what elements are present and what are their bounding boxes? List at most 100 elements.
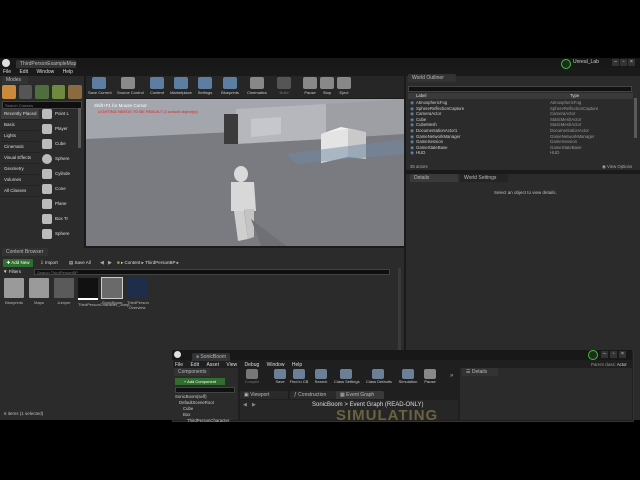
place-mode-icon[interactable] [2, 85, 16, 99]
bp-minimize-button[interactable]: – [601, 351, 608, 358]
bp-menu-debug[interactable]: Debug [245, 362, 260, 368]
bp-maximize-button[interactable]: ▫ [610, 351, 617, 358]
tab-world-settings[interactable]: World Settings [460, 174, 508, 182]
category-lights[interactable]: Lights [1, 131, 39, 142]
tab-construction-script[interactable]: ƒ Construction Script [290, 391, 338, 406]
bp-menu-help[interactable]: Help [292, 362, 302, 368]
simulation-button[interactable]: Simulation [396, 369, 420, 384]
parent-class-link[interactable]: Actor [617, 362, 627, 367]
view-options-button[interactable]: ◉ View Options [602, 164, 632, 170]
menu-file[interactable]: File [3, 69, 11, 75]
maximize-button[interactable]: ▫ [620, 59, 627, 66]
minimize-button[interactable]: – [612, 59, 619, 66]
build-button[interactable]: Build [273, 77, 295, 99]
asset-item[interactable]: ThirdPersonCharacter_Jump... [78, 278, 133, 307]
tab-components[interactable]: Components [174, 368, 210, 376]
tab-modes[interactable]: Modes [2, 76, 28, 84]
settings-button[interactable]: Settings [194, 77, 216, 99]
tab-world-outliner[interactable]: World Outliner [408, 74, 456, 82]
foliage-mode-icon[interactable] [51, 85, 66, 99]
close-button[interactable]: × [628, 59, 635, 66]
asset-item[interactable]: Jumper [54, 278, 74, 305]
tab-viewport[interactable]: ▣ Viewport [240, 391, 288, 399]
add-new-button[interactable]: ✚ Add New [3, 259, 33, 267]
menu-help[interactable]: Help [63, 69, 73, 75]
level-viewport[interactable]: Shift+F1 for Mouse Cursor LIGHTING NEEDS… [86, 99, 404, 246]
build-icon [277, 77, 291, 89]
components-search-input[interactable] [175, 387, 235, 393]
category-geometry[interactable]: Geometry [1, 164, 39, 175]
modes-scrollbar[interactable] [78, 108, 81, 148]
asset-item[interactable]: Blueprints [4, 278, 24, 305]
place-item[interactable]: Sphere [40, 151, 76, 166]
graph-forward-icon[interactable]: ▶ [252, 402, 256, 408]
place-item[interactable]: Cube [40, 136, 76, 151]
eject-button[interactable]: Eject [333, 77, 355, 99]
save-icon [274, 369, 286, 379]
marketplace-button[interactable]: Marketplace [170, 77, 192, 99]
viewport-scene [86, 99, 404, 246]
cinematics-button[interactable]: Cinematics [246, 77, 268, 99]
find-in-cb-button[interactable]: Find in CB [287, 369, 311, 384]
place-item[interactable]: Plane [40, 196, 76, 211]
category-all-classes[interactable]: All Classes [1, 186, 39, 197]
outliner-row[interactable]: ◉ HUD HUD [408, 150, 633, 156]
asset-item[interactable]: Maps [29, 278, 49, 305]
place-item[interactable]: Player [40, 121, 76, 136]
graph-back-icon[interactable]: ◀ [243, 402, 247, 408]
toolbar-overflow-icon[interactable]: » [450, 373, 453, 379]
outliner-search-input[interactable] [408, 86, 632, 92]
landscape-mode-icon[interactable] [35, 85, 49, 99]
nav-back-icon[interactable]: ◀ [100, 259, 104, 267]
place-item[interactable]: Cylinde [40, 166, 76, 181]
place-item[interactable]: Sphere [40, 226, 76, 241]
type-column-header[interactable]: Type [570, 93, 579, 99]
bp-close-button[interactable]: × [619, 351, 626, 358]
import-button[interactable]: ⇩ Import [40, 259, 58, 267]
breadcrumb-content[interactable]: Content [124, 260, 140, 265]
menu-window[interactable]: Window [36, 69, 54, 75]
paint-mode-icon[interactable] [18, 85, 33, 99]
bp-menu-window[interactable]: Window [267, 362, 285, 368]
add-component-button[interactable]: + Add Component [175, 378, 225, 385]
category-basic[interactable]: Basic [1, 120, 39, 131]
label-column-header[interactable]: Label [416, 93, 570, 99]
tab-content-browser[interactable]: Content Browser [2, 248, 48, 256]
content-button[interactable]: Content [146, 77, 168, 99]
compile-button[interactable]: Compile [240, 369, 264, 384]
save-all-button[interactable]: ▤ Save All [69, 259, 91, 267]
class-settings-button[interactable]: Class Settings [334, 369, 360, 384]
asset-item[interactable]: ThirdPerson Overview [127, 278, 149, 310]
nav-forward-icon[interactable]: ▶ [108, 259, 112, 267]
source-control-button[interactable]: Source Control [117, 77, 144, 99]
place-item[interactable]: Cone [40, 181, 76, 196]
content-search-input[interactable] [34, 269, 390, 275]
outliner-scrollbar[interactable] [634, 98, 637, 138]
category-visual-effects[interactable]: Visual Effects [1, 153, 39, 164]
geometry-mode-icon[interactable] [68, 85, 82, 99]
tab-bp-details[interactable]: ☰ Details [462, 368, 498, 376]
bp-pause-button[interactable]: Pause [418, 369, 442, 384]
category-cinematic[interactable]: Cinematic [1, 142, 39, 153]
category-volumes[interactable]: Volumes [1, 175, 39, 186]
bp-asset-tab[interactable]: ■ SonicBoom [192, 353, 230, 361]
breadcrumb-thirdpersonbp[interactable]: ThirdPersonBP [145, 260, 175, 265]
category-recently-placed[interactable]: Recently Placed [1, 109, 39, 120]
class-defaults-button[interactable]: Class Defaults [366, 369, 392, 384]
save-current-button[interactable]: Save Current [88, 77, 112, 99]
waveform-icon [78, 278, 98, 300]
event-graph-area[interactable]: ◀ ▶ SonicBoom > Event Graph (READ-ONLY) … [240, 400, 458, 424]
level-tab[interactable]: ThirdPersonExampleMap [16, 60, 76, 68]
filters-button[interactable]: ▼ Filters [3, 269, 21, 275]
blueprints-button[interactable]: Blueprints [219, 77, 241, 99]
place-item[interactable]: Box Tr [40, 211, 76, 226]
tab-event-graph[interactable]: ▦ Event Graph [336, 391, 384, 399]
visibility-eye-icon[interactable]: ◉ [408, 150, 416, 156]
menu-edit[interactable]: Edit [19, 69, 28, 75]
search-button[interactable]: Search [309, 369, 333, 384]
editor-titlebar: ThirdPersonExampleMap Unreal_Lab – ▫ × [0, 58, 640, 69]
asset-item-selected[interactable]: SonicBoom [101, 277, 123, 305]
tab-details[interactable]: Details [410, 174, 458, 182]
place-item[interactable]: Point L [40, 106, 76, 121]
component-item[interactable]: ThirdPersonCharacter [175, 418, 237, 424]
